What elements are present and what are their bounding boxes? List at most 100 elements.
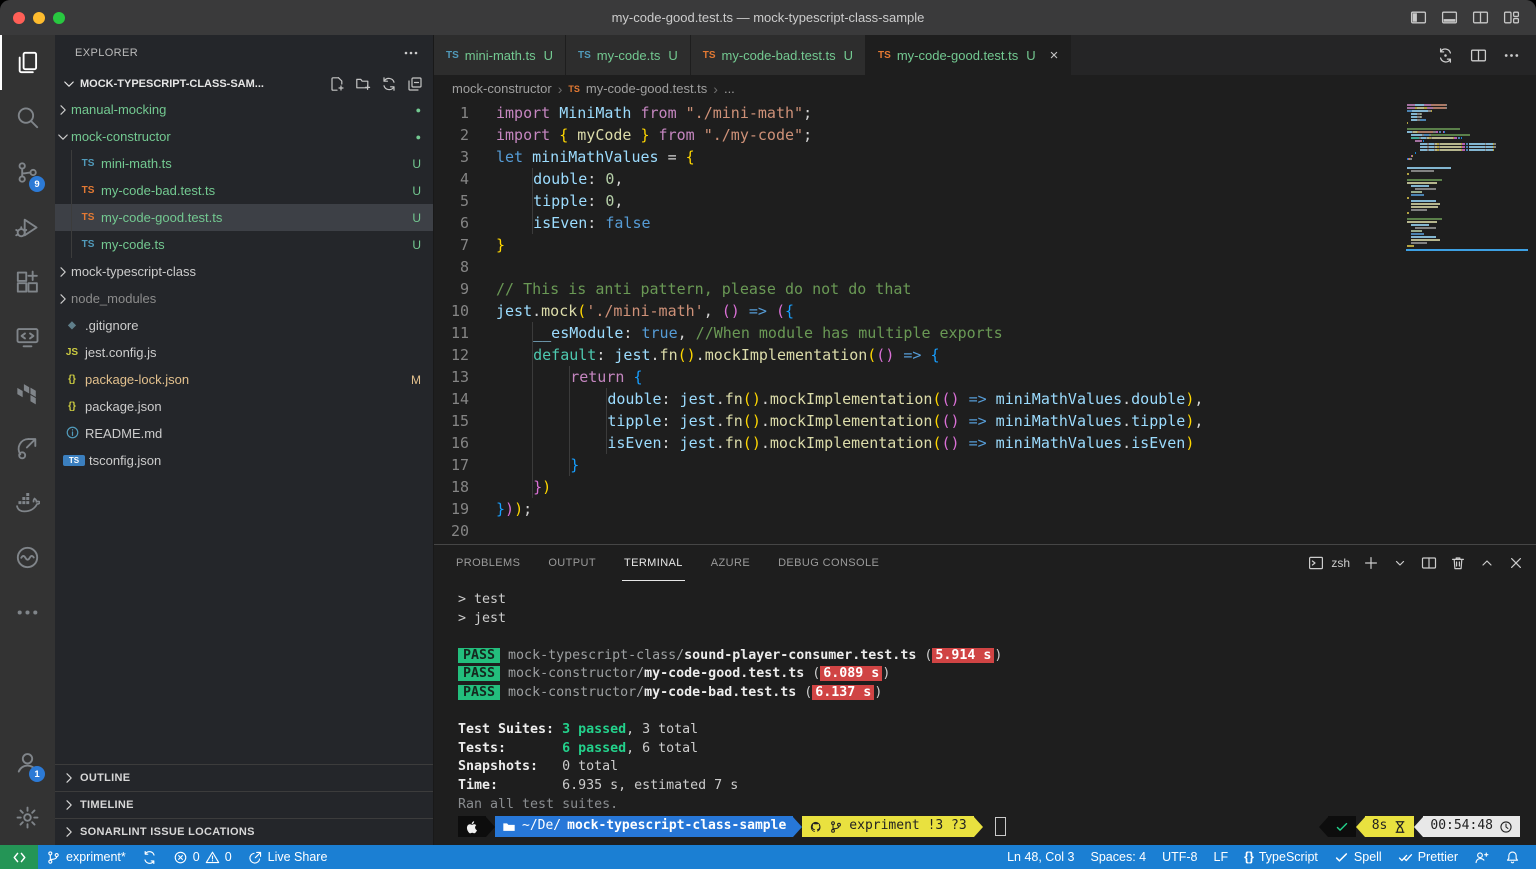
- tree-item-mock-typescript-class[interactable]: mock-typescript-class: [55, 258, 433, 285]
- activity-docker[interactable]: [0, 475, 55, 530]
- breadcrumb-item[interactable]: mock-constructor: [452, 81, 552, 96]
- section-sonarlint-issue-locations[interactable]: SONARLINT ISSUE LOCATIONS: [55, 818, 433, 845]
- tree-item-my-code-good.test.ts[interactable]: TSmy-code-good.test.tsU: [55, 204, 433, 231]
- activity-settings[interactable]: [0, 790, 55, 845]
- more-editor-actions-icon[interactable]: [1503, 47, 1520, 64]
- toggle-panel-icon[interactable]: [1441, 9, 1458, 26]
- status-cursor-position[interactable]: Ln 48, Col 3: [999, 845, 1082, 869]
- chev-r-icon: [55, 291, 71, 307]
- status-spell-checker[interactable]: Spell: [1326, 845, 1390, 869]
- activity-search[interactable]: [0, 90, 55, 145]
- refresh-icon[interactable]: [381, 76, 397, 92]
- tree-item-.gitignore[interactable]: ◆.gitignore: [55, 312, 433, 339]
- activity-run-and-debug[interactable]: [0, 200, 55, 255]
- panel-tab-output[interactable]: OUTPUT: [546, 545, 598, 581]
- tab-my-code.ts[interactable]: TSmy-code.tsU: [566, 35, 691, 75]
- tree-item-mock-constructor[interactable]: mock-constructor●: [55, 123, 433, 150]
- status-encoding[interactable]: UTF-8: [1154, 845, 1205, 869]
- tree-item-node_modules[interactable]: node_modules: [55, 285, 433, 312]
- term-box-icon[interactable]: [1308, 555, 1324, 571]
- minimap[interactable]: [1406, 104, 1528, 251]
- maximize-panel-icon[interactable]: [1479, 555, 1495, 571]
- kill-terminal-icon[interactable]: [1450, 555, 1466, 571]
- new-folder-icon[interactable]: [355, 76, 371, 92]
- status-language-mode[interactable]: {}TypeScript: [1236, 845, 1326, 869]
- status-eol[interactable]: LF: [1206, 845, 1237, 869]
- activity-remote-explorer[interactable]: [0, 310, 55, 365]
- status-notifications[interactable]: [1497, 845, 1528, 869]
- section-outline[interactable]: OUTLINE: [55, 764, 433, 791]
- split-editor-icon[interactable]: [1472, 9, 1489, 26]
- activity-terraform[interactable]: [0, 365, 55, 420]
- toggle-sidebar-icon[interactable]: [1410, 9, 1427, 26]
- hourglass-icon: [1393, 820, 1407, 834]
- split-terminal-icon[interactable]: [1421, 555, 1437, 571]
- code-editor[interactable]: 1import MiniMath from "./mini-math";2imp…: [434, 102, 1536, 544]
- terminal-output[interactable]: > test> jestPASS mock-typescript-class/s…: [434, 581, 1536, 845]
- tree-item-tsconfig.json[interactable]: TStsconfig.json: [55, 447, 433, 474]
- tab-mini-math.ts[interactable]: TSmini-math.tsU: [434, 35, 566, 75]
- close-panel-icon[interactable]: [1508, 555, 1524, 571]
- file-tree: manual-mocking●mock-constructor●TSmini-m…: [55, 96, 433, 474]
- close-tab-icon[interactable]: ×: [1050, 48, 1059, 63]
- tab-my-code-bad.test.ts[interactable]: TSmy-code-bad.test.tsU: [691, 35, 866, 75]
- tree-item-manual-mocking[interactable]: manual-mocking●: [55, 96, 433, 123]
- new-terminal-icon[interactable]: [1363, 555, 1379, 571]
- split-editor-icon[interactable]: [1470, 47, 1487, 64]
- tree-item-my-code.ts[interactable]: TSmy-code.tsU: [55, 231, 433, 258]
- liveshare-icon: [15, 435, 40, 460]
- activity-sonarlint[interactable]: [0, 530, 55, 585]
- close-window-button[interactable]: [13, 12, 25, 24]
- remote-indicator[interactable]: [0, 845, 38, 869]
- git-status-badge: U: [412, 184, 421, 198]
- collapse-all-icon[interactable]: [407, 76, 423, 92]
- line-number: 9: [434, 278, 496, 300]
- dcheck-icon: [1398, 850, 1413, 865]
- zoom-window-button[interactable]: [53, 12, 65, 24]
- status-feedback[interactable]: [1466, 845, 1497, 869]
- more-actions-icon[interactable]: [403, 45, 419, 61]
- breadcrumb[interactable]: mock-constructor›TSmy-code-good.test.ts›…: [434, 75, 1536, 102]
- activity-explorer[interactable]: [0, 35, 55, 90]
- section-timeline[interactable]: TIMELINE: [55, 791, 433, 818]
- tree-item-mini-math.ts[interactable]: TSmini-math.tsU: [55, 150, 433, 177]
- tree-item-README.md[interactable]: README.md: [55, 420, 433, 447]
- status-prettier[interactable]: Prettier: [1390, 845, 1466, 869]
- minimize-window-button[interactable]: [33, 12, 45, 24]
- status-live-share[interactable]: Live Share: [240, 845, 336, 869]
- tree-item-jest.config.js[interactable]: JSjest.config.js: [55, 339, 433, 366]
- tree-item-package.json[interactable]: {}package.json: [55, 393, 433, 420]
- panel-tab-problems[interactable]: PROBLEMS: [454, 545, 522, 581]
- activity-extensions[interactable]: [0, 255, 55, 310]
- tab-my-code-good.test.ts[interactable]: TSmy-code-good.test.tsU×: [866, 35, 1071, 75]
- check-icon: [1334, 850, 1349, 865]
- panel-tab-azure[interactable]: AZURE: [709, 545, 752, 581]
- terminal-line: [458, 628, 1520, 647]
- status-problems[interactable]: 00: [165, 845, 240, 869]
- panel-tab-debug-console[interactable]: DEBUG CONSOLE: [776, 545, 881, 581]
- tab-git-badge: U: [844, 48, 853, 63]
- git-status-badge: ●: [416, 105, 421, 115]
- terminal-profile-dropdown-icon[interactable]: [1392, 555, 1408, 571]
- open-changes-icon[interactable]: [1437, 47, 1454, 64]
- shell-label[interactable]: zsh: [1331, 556, 1350, 570]
- status-sync-changes[interactable]: [134, 845, 165, 869]
- tree-item-my-code-bad.test.ts[interactable]: TSmy-code-bad.test.tsU: [55, 177, 433, 204]
- activity-accounts[interactable]: 1: [0, 735, 55, 790]
- customize-layout-icon[interactable]: [1503, 9, 1520, 26]
- tree-item-package-lock.json[interactable]: {}package-lock.jsonM: [55, 366, 433, 393]
- status-git-branch[interactable]: expriment*: [38, 845, 134, 869]
- panel-tab-terminal[interactable]: TERMINAL: [622, 545, 685, 581]
- project-root-row[interactable]: MOCK-TYPESCRIPT-CLASS-SAM...: [55, 71, 433, 96]
- tree-item-label: package.json: [85, 399, 162, 414]
- activity-source-control[interactable]: 9: [0, 145, 55, 200]
- breadcrumb-item[interactable]: ...: [724, 81, 735, 96]
- activity-additional-views[interactable]: [0, 585, 55, 640]
- activity-live-share[interactable]: [0, 420, 55, 475]
- new-file-icon[interactable]: [329, 76, 345, 92]
- tab-label: my-code-bad.test.ts: [722, 48, 836, 63]
- terraform-icon: [15, 380, 40, 405]
- terminal-line: Time: 6.935 s, estimated 7 s: [458, 777, 1520, 796]
- breadcrumb-item[interactable]: my-code-good.test.ts: [586, 81, 707, 96]
- status-indentation[interactable]: Spaces: 4: [1083, 845, 1155, 869]
